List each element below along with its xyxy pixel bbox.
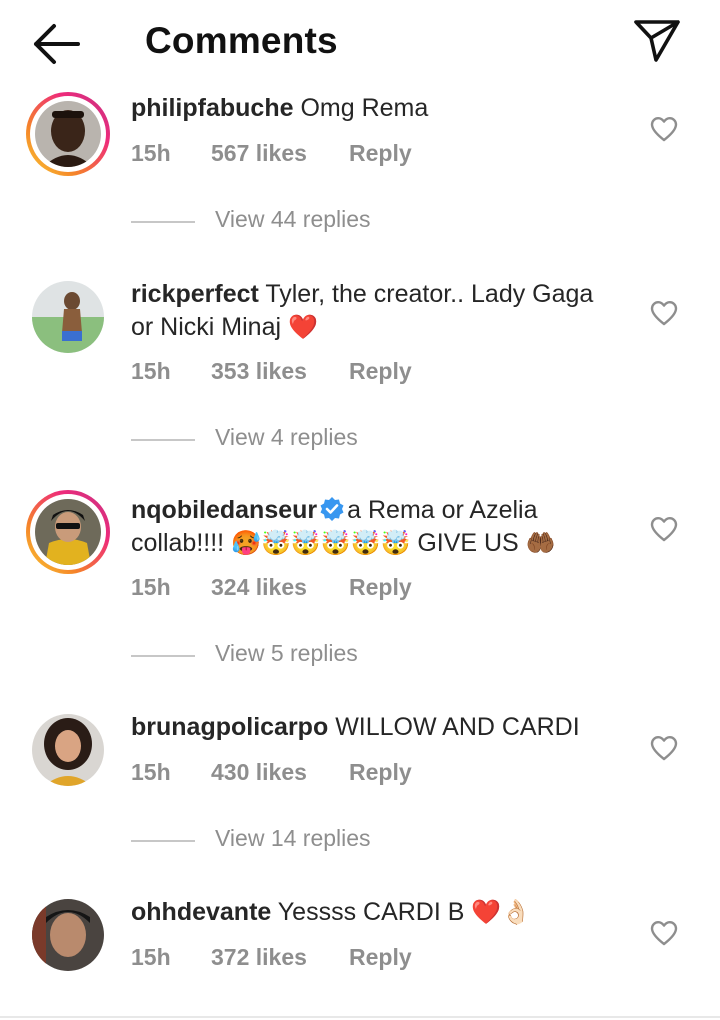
view-replies-label: View 5 replies: [215, 640, 358, 666]
likes-count[interactable]: 372 likes: [211, 944, 349, 971]
comment-meta: 15h 430 likes Reply: [131, 759, 412, 786]
comment-body: Yessss CARDI B: [277, 898, 465, 926]
heart-icon[interactable]: [650, 516, 678, 542]
comment-username[interactable]: ohhdevante: [131, 898, 271, 926]
view-replies-button[interactable]: View 14 replies: [131, 825, 531, 855]
paper-plane-icon[interactable]: [630, 16, 682, 64]
verified-badge-icon: [320, 497, 344, 521]
avatar[interactable]: [26, 490, 110, 574]
avatar[interactable]: [32, 714, 104, 786]
view-replies-button[interactable]: View 44 replies: [131, 206, 531, 236]
likes-count[interactable]: 430 likes: [211, 759, 349, 786]
comment-time: 15h: [131, 944, 171, 970]
header-bar: Comments: [0, 0, 720, 88]
comment-body-end: GIVE US: [417, 529, 519, 557]
comment-time: 15h: [131, 358, 171, 384]
arrow-left-icon[interactable]: [30, 22, 82, 66]
divider: [131, 655, 195, 657]
likes-count[interactable]: 567 likes: [211, 140, 349, 167]
avatar[interactable]: [32, 899, 104, 971]
comment-meta: 15h 567 likes Reply: [131, 140, 412, 167]
divider: [131, 439, 195, 441]
comment-emoji: 🥵🤯🤯🤯🤯🤯: [231, 530, 411, 557]
view-replies-button[interactable]: View 5 replies: [131, 640, 531, 670]
reply-button[interactable]: Reply: [349, 574, 412, 601]
reply-button[interactable]: Reply: [349, 358, 412, 385]
avatar[interactable]: [26, 92, 110, 176]
view-replies-label: View 14 replies: [215, 825, 371, 851]
likes-count[interactable]: 353 likes: [211, 358, 349, 385]
heart-icon[interactable]: [650, 116, 678, 142]
divider: [0, 1016, 720, 1018]
reply-button[interactable]: Reply: [349, 944, 412, 971]
view-replies-button[interactable]: View 4 replies: [131, 424, 531, 454]
comment-emoji: ❤️: [287, 314, 318, 341]
reply-button[interactable]: Reply: [349, 759, 412, 786]
page-title: Comments: [145, 20, 338, 61]
comment-text: ohhdevante Yessss CARDI B ❤️👌🏻: [131, 896, 621, 929]
comment-time: 15h: [131, 140, 171, 166]
comment-text: nqobiledanseur a Rema or Azelia collab!!…: [131, 494, 621, 560]
comment-time: 15h: [131, 574, 171, 600]
heart-icon[interactable]: [650, 735, 678, 761]
avatar[interactable]: [32, 281, 104, 353]
comment-username[interactable]: brunagpolicarpo: [131, 713, 328, 741]
comment-body: WILLOW AND CARDI: [335, 713, 580, 741]
comment-text: rickperfect Tyler, the creator.. Lady Ga…: [131, 278, 621, 344]
comment-meta: 15h 372 likes Reply: [131, 944, 412, 971]
comment-meta: 15h 353 likes Reply: [131, 358, 412, 385]
view-replies-label: View 4 replies: [215, 424, 358, 450]
divider: [131, 221, 195, 223]
comment-time: 15h: [131, 759, 171, 785]
comment-meta: 15h 324 likes Reply: [131, 574, 412, 601]
comment-body: Omg Rema: [300, 94, 429, 122]
likes-count[interactable]: 324 likes: [211, 574, 349, 601]
comment-body-cont: collab!!!!: [131, 529, 225, 557]
comment-emoji: ❤️👌🏻: [471, 899, 532, 926]
divider: [131, 840, 195, 842]
heart-icon[interactable]: [650, 920, 678, 946]
comment-text: philipfabuche Omg Rema: [131, 92, 621, 125]
comment-text: brunagpolicarpo WILLOW AND CARDI: [131, 711, 621, 744]
comment-body: a Rema or Azelia: [347, 496, 538, 524]
heart-icon[interactable]: [650, 300, 678, 326]
comment-username[interactable]: philipfabuche: [131, 94, 294, 122]
comment-emoji-hands: 🤲🏾: [525, 530, 556, 557]
comment-username[interactable]: rickperfect: [131, 280, 259, 308]
comment-username[interactable]: nqobiledanseur: [131, 496, 317, 524]
view-replies-label: View 44 replies: [215, 206, 371, 232]
reply-button[interactable]: Reply: [349, 140, 412, 167]
